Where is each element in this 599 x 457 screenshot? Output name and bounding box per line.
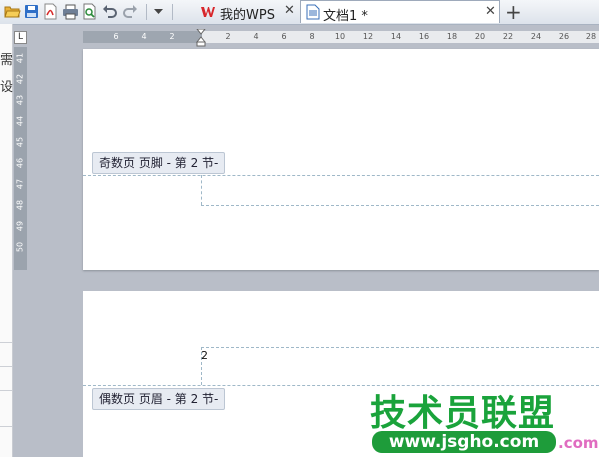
vertical-ruler[interactable]: 41 42 43 44 45 46 47 48 49 50 — [14, 47, 27, 270]
save-icon[interactable] — [23, 3, 40, 20]
left-panel: 需 设 — [0, 24, 13, 457]
ruler-number: 48 — [15, 199, 25, 211]
print-icon[interactable] — [62, 3, 79, 20]
ruler-number: 12 — [362, 32, 374, 41]
ruler-number: 24 — [530, 32, 542, 41]
tab-my-wps[interactable]: 我的WPS ✕ — [196, 0, 300, 23]
odd-page-footer-label[interactable]: 奇数页 页脚 - 第 2 节- — [92, 152, 226, 174]
footer-area-guide — [201, 205, 599, 206]
tab-document[interactable]: 文档1 * ✕ — [300, 0, 500, 24]
close-icon[interactable]: ✕ — [485, 4, 496, 19]
ruler-number: 22 — [502, 32, 514, 41]
ruler-number: 20 — [474, 32, 486, 41]
wps-logo-icon — [201, 7, 215, 17]
divider — [0, 426, 12, 427]
divider — [0, 366, 12, 367]
footer-boundary — [83, 175, 599, 176]
page-number[interactable]: 2 — [201, 349, 208, 362]
ruler-number: 42 — [15, 73, 25, 85]
ruler-number: 4 — [253, 32, 259, 41]
ruler-number: 43 — [15, 94, 25, 106]
ruler-number: 14 — [390, 32, 402, 41]
ruler-number: 50 — [15, 241, 25, 253]
ruler-number: 18 — [446, 32, 458, 41]
open-folder-icon[interactable] — [4, 3, 21, 20]
document-icon — [306, 4, 320, 20]
close-icon[interactable]: ✕ — [284, 3, 295, 18]
quick-access-toolbar: 我的WPS ✕ 文档1 * ✕ + — [0, 0, 599, 25]
tab-stop-selector[interactable]: L — [14, 31, 27, 44]
ruler-number: 6 — [113, 32, 119, 41]
redo-icon[interactable] — [122, 3, 139, 20]
ruler-number: 44 — [15, 115, 25, 127]
ruler-number: 8 — [309, 32, 315, 41]
undo-icon[interactable] — [101, 3, 118, 20]
ruler-number: 4 — [141, 32, 147, 41]
ruler-number: 6 — [281, 32, 287, 41]
ruler-number: 41 — [15, 52, 25, 64]
ruler-number: 28 — [585, 32, 597, 41]
toolbar-separator — [172, 4, 173, 20]
tab-label: 文档1 * — [323, 9, 368, 24]
ruler-number: 45 — [15, 136, 25, 148]
divider — [0, 390, 12, 391]
watermark-url: www.jsgho.com — [372, 431, 556, 453]
margin-guide — [201, 175, 202, 205]
ruler-number: 46 — [15, 157, 25, 169]
toolbar-separator — [146, 4, 147, 20]
header-area-guide — [201, 347, 599, 348]
ruler-number: 16 — [418, 32, 430, 41]
horizontal-ruler-text-area[interactable]: 2 4 6 8 10 12 14 16 18 20 22 24 26 28 — [202, 31, 599, 43]
ruler-number: 26 — [558, 32, 570, 41]
ruler-number: 47 — [15, 178, 25, 190]
indent-marker-icon[interactable] — [196, 29, 206, 47]
watermark-title: 技术员联盟 — [370, 393, 556, 434]
watermark-suffix: .com — [558, 434, 599, 452]
left-panel-text: 需 — [0, 53, 14, 68]
ruler-number: 49 — [15, 220, 25, 232]
export-pdf-icon[interactable] — [42, 3, 59, 20]
ruler-number: 10 — [334, 32, 346, 41]
print-preview-icon[interactable] — [81, 3, 98, 20]
tab-label: 我的WPS — [220, 8, 275, 23]
ruler-number: 2 — [225, 32, 231, 41]
divider — [0, 342, 12, 343]
new-tab-button[interactable]: + — [505, 0, 522, 24]
left-panel-text: 设 — [0, 80, 14, 95]
ruler-number: 2 — [169, 32, 175, 41]
customize-toolbar-chevron-down-icon[interactable] — [150, 3, 167, 20]
even-page-header-label[interactable]: 偶数页 页眉 - 第 2 节- — [92, 388, 226, 410]
